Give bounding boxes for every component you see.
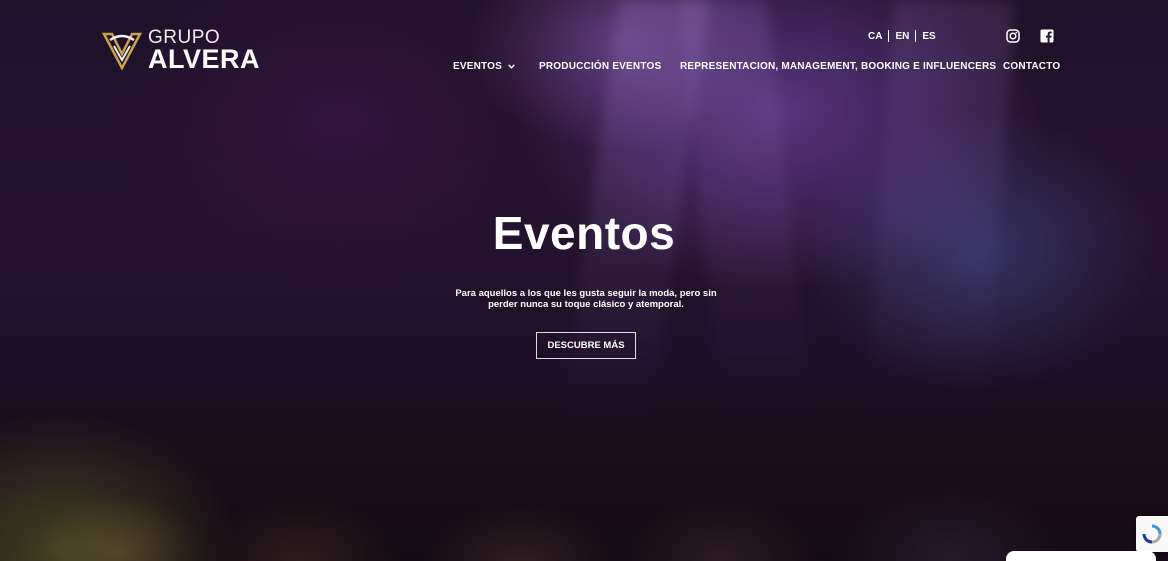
instagram-icon xyxy=(1006,29,1020,43)
nav-item-eventos[interactable]: EVENTOS xyxy=(453,61,539,72)
alvera-logo-icon xyxy=(102,32,142,71)
nav-item-produccion-eventos[interactable]: PRODUCCIÓN EVENTOS xyxy=(539,61,680,72)
nav-item-label: REPRESENTACION, MANAGEMENT, BOOKING E IN… xyxy=(680,61,997,72)
nav-item-label: CONTACTO xyxy=(1003,61,1061,72)
hero-title: Eventos xyxy=(492,207,676,259)
nav-item-label: PRODUCCIÓN EVENTOS xyxy=(539,61,662,72)
nav-item-representacion[interactable]: REPRESENTACION, MANAGEMENT, BOOKING E IN… xyxy=(680,61,1003,72)
language-switcher: CA EN ES xyxy=(862,30,942,42)
hero-subtitle: Para aquellos a los que les gusta seguir… xyxy=(455,288,717,310)
logo-text-bottom: ALVERA xyxy=(148,44,261,74)
social-links xyxy=(1006,29,1054,43)
lang-ca[interactable]: CA xyxy=(862,31,888,42)
hero-background xyxy=(0,0,1168,561)
main-nav: EVENTOS PRODUCCIÓN EVENTOS REPRESENTACIO… xyxy=(453,61,1060,72)
logo[interactable]: GRUPO ALVERA xyxy=(102,28,260,73)
recaptcha-badge[interactable] xyxy=(1136,516,1168,552)
facebook-icon xyxy=(1040,29,1054,43)
instagram-link[interactable] xyxy=(1006,29,1020,43)
recaptcha-icon xyxy=(1142,524,1162,544)
facebook-link[interactable] xyxy=(1040,29,1054,43)
lang-es[interactable]: ES xyxy=(916,31,941,42)
lang-en[interactable]: EN xyxy=(889,31,915,42)
discover-more-button[interactable]: DESCUBRE MÁS xyxy=(536,332,636,359)
chevron-down-icon xyxy=(508,64,515,69)
nav-item-contacto[interactable]: CONTACTO xyxy=(1003,61,1060,72)
nav-item-label: EVENTOS xyxy=(453,61,503,72)
chat-widget-tab[interactable] xyxy=(1006,551,1156,561)
